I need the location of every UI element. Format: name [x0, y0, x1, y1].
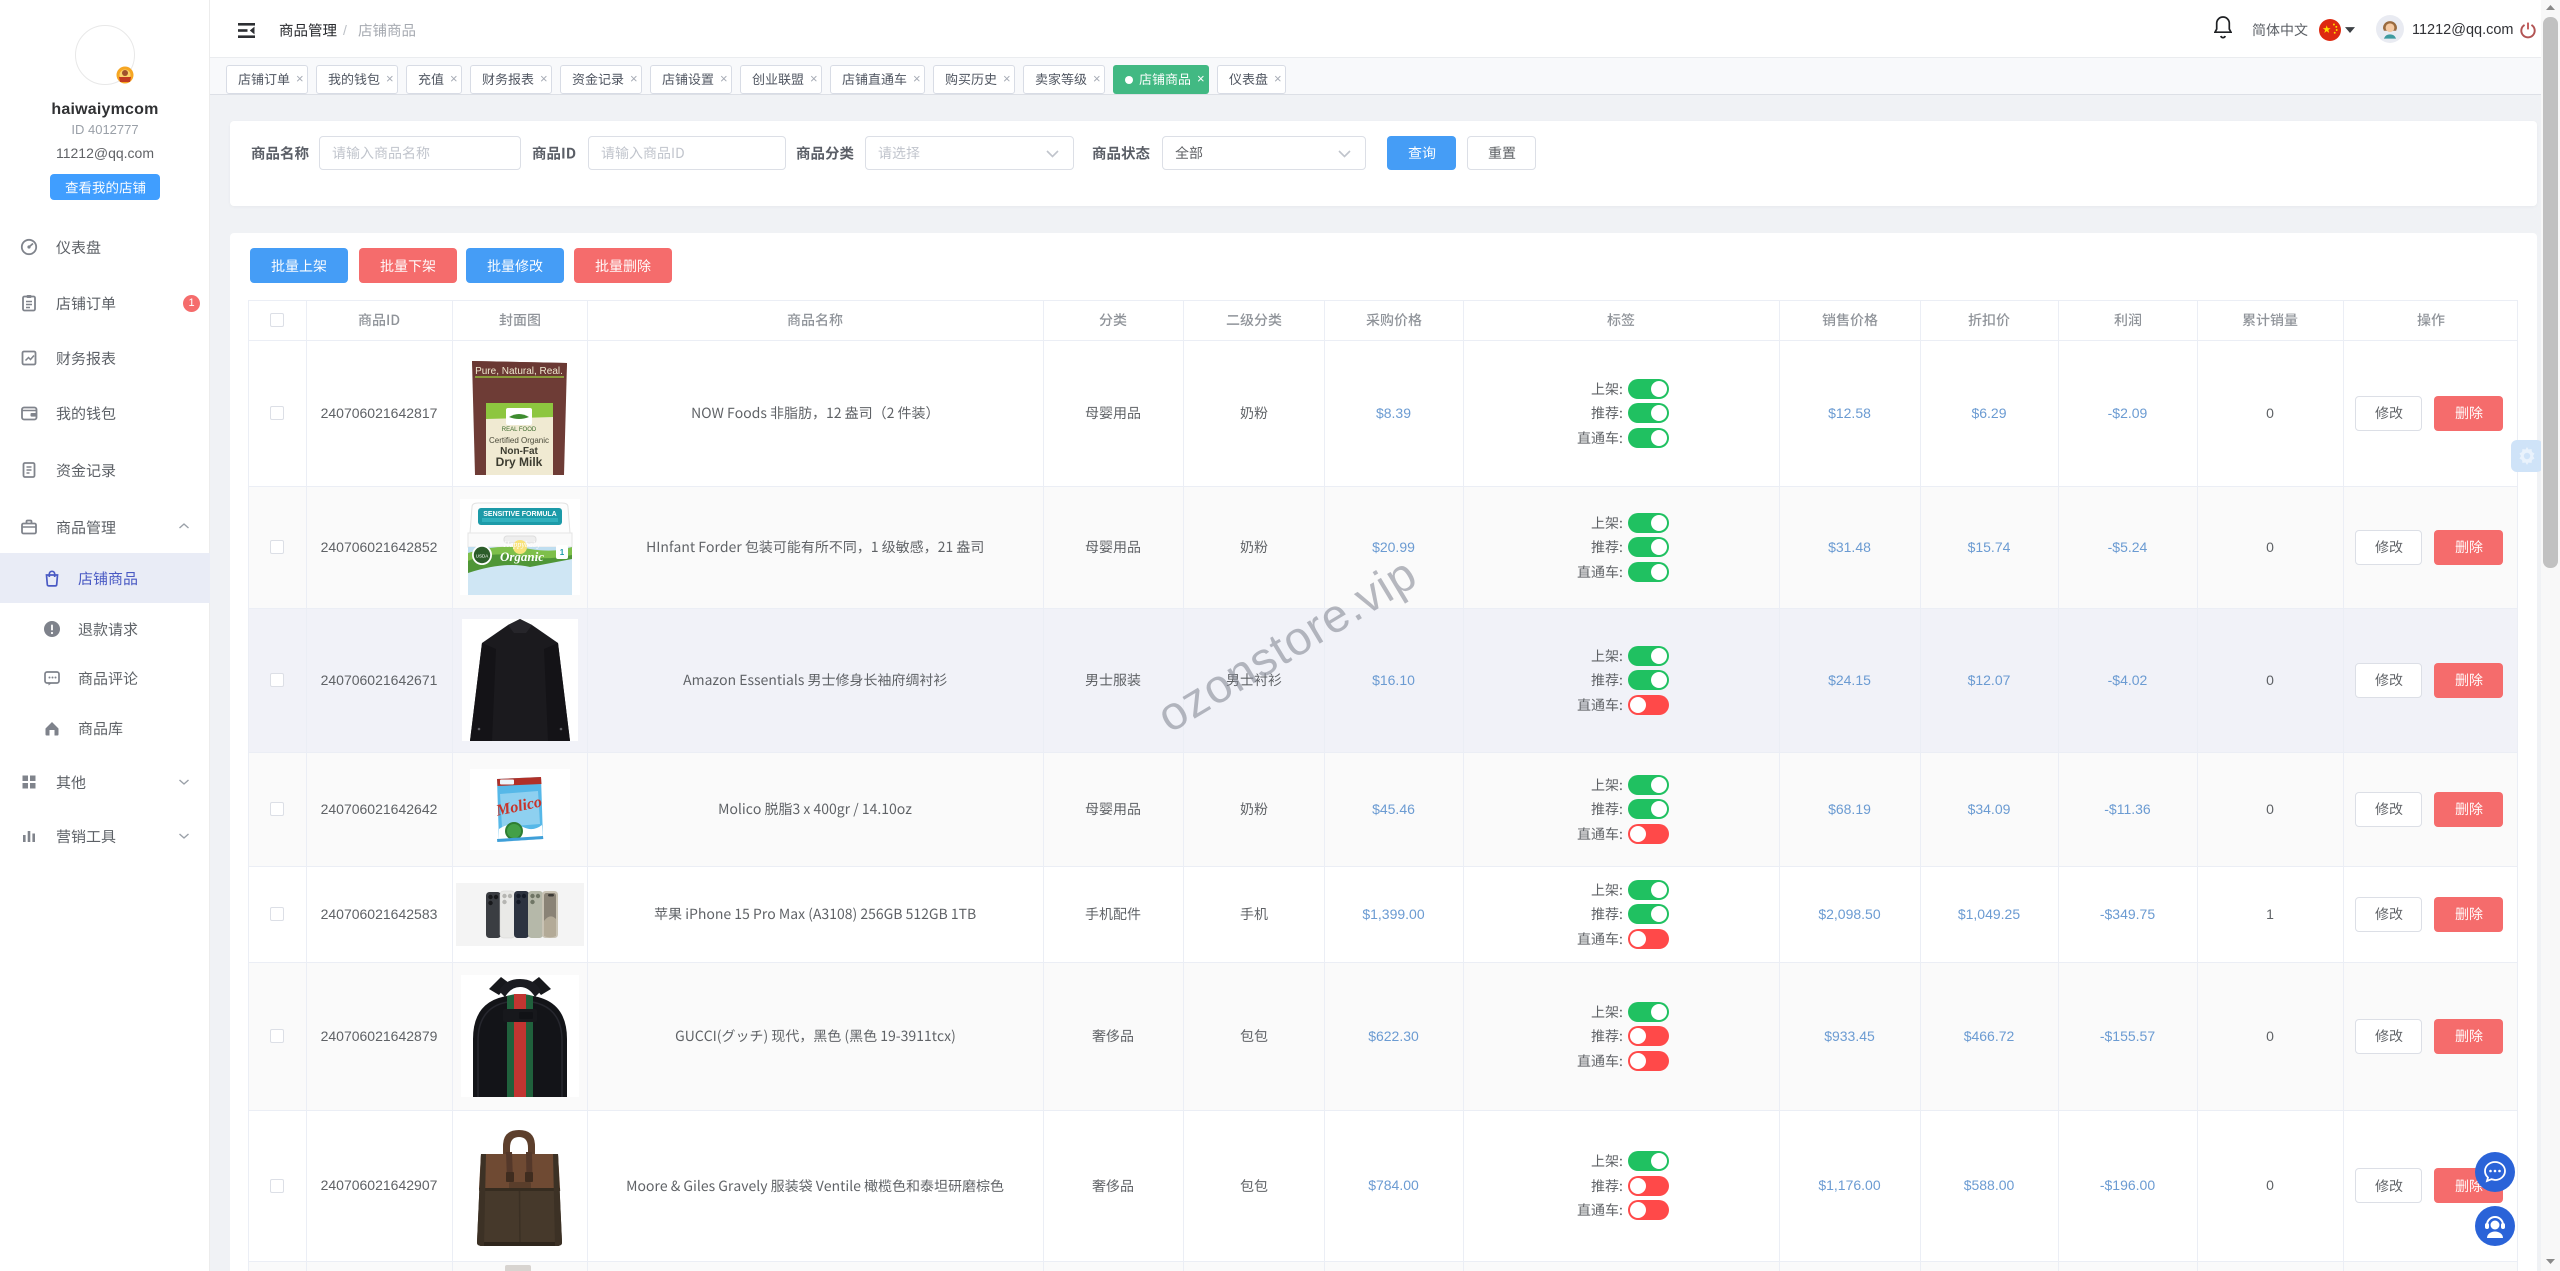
svg-text:SENSITIVE FORMULA: SENSITIVE FORMULA	[483, 511, 557, 518]
svg-text:REAL FOOD: REAL FOOD	[502, 427, 537, 433]
svg-text:Organic: Organic	[499, 549, 543, 564]
svg-text:Certified Organic: Certified Organic	[489, 436, 549, 445]
svg-text:Dry Milk: Dry Milk	[496, 455, 543, 469]
svg-text:Happybaby: Happybaby	[502, 540, 540, 549]
svg-text:Pure, Natural, Real.: Pure, Natural, Real.	[475, 366, 563, 377]
svg-text:USDA: USDA	[475, 554, 488, 559]
svg-text:1: 1	[559, 548, 564, 557]
